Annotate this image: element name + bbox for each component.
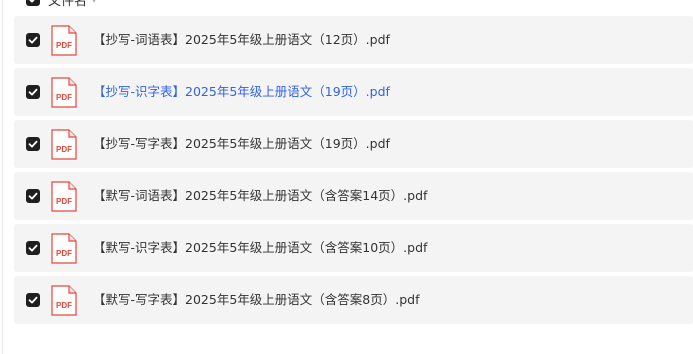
pdf-file-icon: PDF xyxy=(51,25,77,56)
svg-text:PDF: PDF xyxy=(56,197,72,206)
svg-text:PDF: PDF xyxy=(56,145,72,154)
svg-text:PDF: PDF xyxy=(56,93,72,102)
pdf-file-icon: PDF xyxy=(51,77,77,108)
select-all-checkbox[interactable] xyxy=(26,0,40,6)
file-name-link[interactable]: 【抄写-写字表】2025年5年级上册语文（19页）.pdf xyxy=(93,136,390,152)
pdf-file-icon: PDF xyxy=(51,285,77,316)
file-name-link[interactable]: 【抄写-词语表】2025年5年级上册语文（12页）.pdf xyxy=(93,32,390,48)
svg-text:PDF: PDF xyxy=(56,41,72,50)
file-checkbox[interactable] xyxy=(26,189,40,203)
file-checkbox[interactable] xyxy=(26,137,40,151)
svg-text:PDF: PDF xyxy=(56,249,72,258)
pdf-file-icon: PDF xyxy=(51,181,77,212)
file-name-link[interactable]: 【抄写-识字表】2025年5年级上册语文（19页）.pdf xyxy=(93,84,390,100)
file-list-header: 文件名 ▼ xyxy=(26,0,97,9)
file-checkbox[interactable] xyxy=(26,293,40,307)
file-checkbox[interactable] xyxy=(26,85,40,99)
file-row[interactable]: PDF 【默写-词语表】2025年5年级上册语文（含答案14页）.pdf xyxy=(14,172,693,220)
pdf-file-icon: PDF xyxy=(51,129,77,160)
panel-left-border xyxy=(2,0,3,354)
file-row[interactable]: PDF 【抄写-词语表】2025年5年级上册语文（12页）.pdf xyxy=(14,16,693,64)
file-name-link[interactable]: 【默写-识字表】2025年5年级上册语文（含答案10页）.pdf xyxy=(93,240,427,256)
file-row[interactable]: PDF 【抄写-识字表】2025年5年级上册语文（19页）.pdf xyxy=(14,68,693,116)
file-name-link[interactable]: 【默写-写字表】2025年5年级上册语文（含答案8页）.pdf xyxy=(93,292,419,308)
file-checkbox[interactable] xyxy=(26,241,40,255)
filename-column-header[interactable]: 文件名 xyxy=(48,0,87,9)
file-row[interactable]: PDF 【抄写-写字表】2025年5年级上册语文（19页）.pdf xyxy=(14,120,693,168)
file-list: PDF 【抄写-词语表】2025年5年级上册语文（12页）.pdf PDF 【抄… xyxy=(14,16,693,328)
pdf-file-icon: PDF xyxy=(51,233,77,264)
file-checkbox[interactable] xyxy=(26,33,40,47)
svg-text:PDF: PDF xyxy=(56,301,72,310)
caret-down-icon[interactable]: ▼ xyxy=(91,0,97,4)
file-row[interactable]: PDF 【默写-识字表】2025年5年级上册语文（含答案10页）.pdf xyxy=(14,224,693,272)
file-row[interactable]: PDF 【默写-写字表】2025年5年级上册语文（含答案8页）.pdf xyxy=(14,276,693,324)
file-name-link[interactable]: 【默写-词语表】2025年5年级上册语文（含答案14页）.pdf xyxy=(93,188,427,204)
